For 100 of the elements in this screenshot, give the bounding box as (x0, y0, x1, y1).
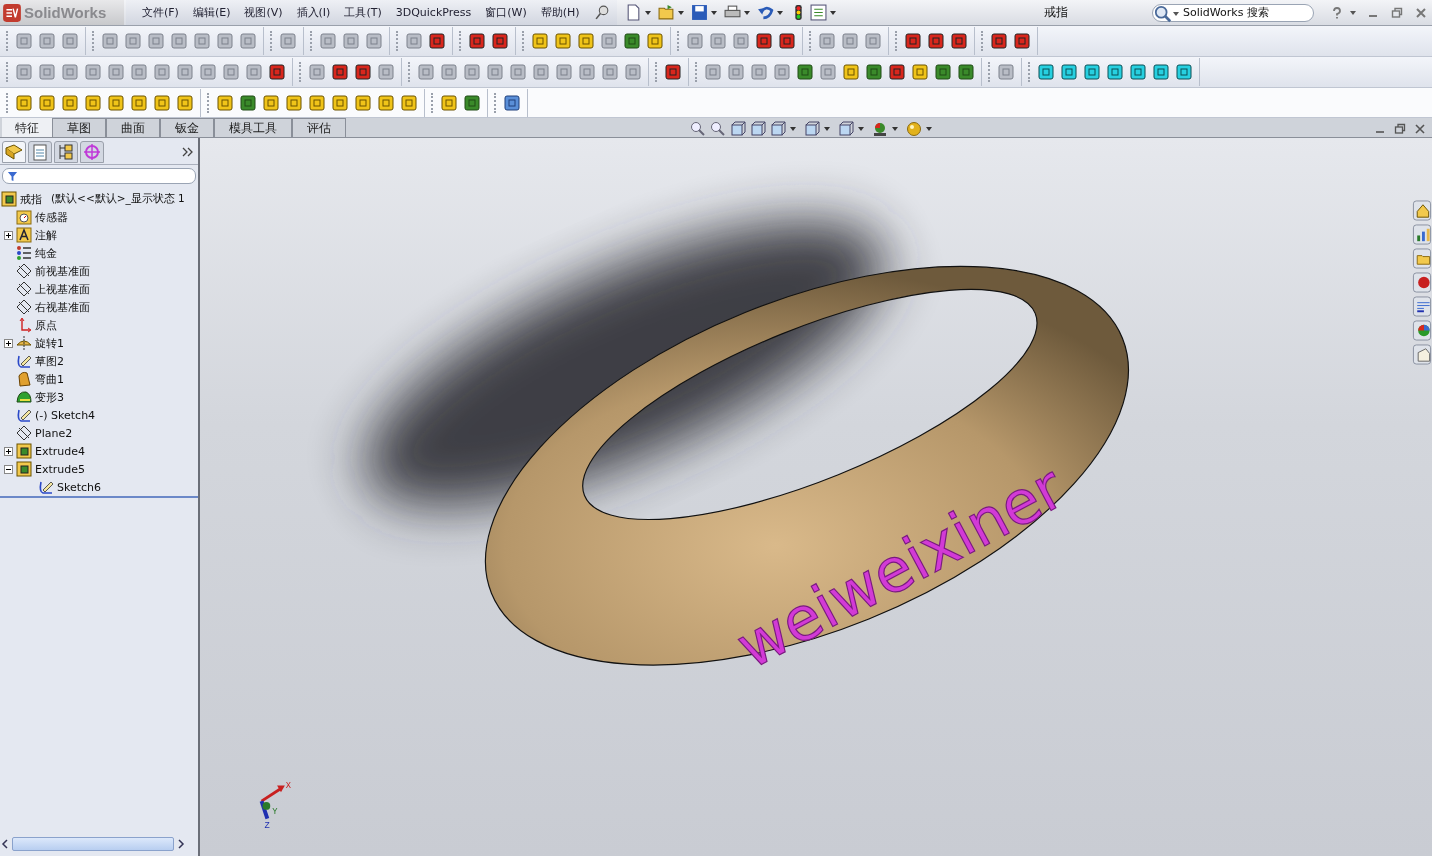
tree-item[interactable]: 注解 (35, 227, 57, 243)
tree-item[interactable]: 右视基准面 (35, 299, 90, 315)
expand-toggle[interactable] (4, 230, 13, 240)
tool-icon[interactable] (61, 93, 79, 112)
tool-icon[interactable] (377, 93, 395, 112)
menu-item[interactable]: 插入(I) (296, 5, 331, 20)
menu-item[interactable]: 3DQuickPress (395, 6, 472, 19)
crosshair-tab-icon[interactable] (80, 141, 104, 163)
tool-icon[interactable] (130, 93, 148, 112)
tool-icon[interactable] (1083, 63, 1101, 81)
tool-icon[interactable] (1175, 63, 1193, 81)
tree-item[interactable]: 纯金 (35, 245, 57, 261)
zoom-area-icon[interactable] (710, 121, 726, 137)
home-icon[interactable] (1412, 200, 1432, 221)
tool-icon[interactable] (927, 32, 945, 50)
tool-icon[interactable] (400, 93, 418, 112)
scrollbar-thumb[interactable] (12, 837, 174, 851)
tool-icon[interactable] (623, 32, 641, 50)
tool-icon[interactable] (1060, 63, 1078, 81)
folder-icon[interactable] (1412, 248, 1432, 269)
restore-icon[interactable] (1391, 6, 1403, 19)
tool-icon[interactable] (354, 93, 372, 112)
expand-toggle[interactable] (4, 446, 13, 456)
tool-icon[interactable] (262, 93, 280, 112)
menu-item[interactable]: 帮助(H) (540, 5, 580, 20)
tool-icon[interactable] (268, 63, 286, 81)
zoom-to-fit-icon[interactable] (690, 121, 706, 137)
menu-item[interactable]: 窗口(W) (485, 5, 527, 20)
tool-icon[interactable] (1152, 63, 1170, 81)
appearance-icon[interactable] (872, 121, 888, 137)
tool-icon[interactable] (664, 63, 682, 81)
tool-icon[interactable] (934, 63, 952, 81)
command-tab[interactable]: 评估 (292, 118, 346, 137)
properties-list-icon[interactable] (1412, 296, 1432, 317)
tool-icon[interactable] (1106, 63, 1124, 81)
tool-icon[interactable] (865, 63, 883, 81)
tree-item[interactable]: 草图2 (35, 353, 64, 369)
tool-icon[interactable] (216, 93, 234, 112)
tool-icon[interactable] (950, 32, 968, 50)
chart-icon[interactable] (1412, 224, 1432, 245)
tree-item[interactable]: 上视基准面 (35, 281, 90, 297)
folder-icon[interactable] (657, 4, 675, 21)
tool-icon[interactable] (38, 93, 56, 112)
tool-icon[interactable] (755, 32, 773, 50)
tool-icon[interactable] (904, 32, 922, 50)
tool-icon[interactable] (440, 93, 458, 112)
help-icon[interactable] (1331, 6, 1343, 19)
menu-item[interactable]: 视图(V) (244, 5, 283, 20)
tool-icon[interactable] (354, 63, 372, 81)
command-tab[interactable]: 钣金 (160, 118, 214, 137)
menu-item[interactable]: 编辑(E) (192, 5, 231, 20)
tool-icon[interactable] (1037, 63, 1055, 81)
close-icon[interactable] (1414, 123, 1426, 135)
tool-icon[interactable] (176, 93, 194, 112)
tree-item[interactable]: 原点 (35, 317, 57, 333)
tree-item[interactable]: (-) Sketch4 (35, 408, 96, 422)
tool-icon[interactable] (888, 63, 906, 81)
property-manager-tab-icon[interactable] (28, 141, 52, 163)
tree-item[interactable]: 前视基准面 (35, 263, 90, 279)
tool-icon[interactable] (463, 93, 481, 112)
tree-item[interactable]: 弯曲1 (35, 371, 64, 387)
options-list-icon[interactable] (809, 4, 827, 21)
part-name[interactable]: 戒指 (20, 191, 42, 207)
tool-icon[interactable] (468, 32, 486, 50)
tool-icon[interactable] (778, 32, 796, 50)
tool-icon[interactable] (239, 93, 257, 112)
tree-item[interactable]: Extrude5 (35, 462, 85, 476)
tree-item[interactable]: Plane2 (35, 426, 73, 440)
feature-manager-tab-icon[interactable] (2, 141, 26, 163)
tree-item[interactable]: 传感器 (35, 209, 68, 225)
menu-item[interactable]: 工具(T) (344, 5, 382, 20)
save-icon[interactable] (690, 4, 708, 21)
tree-item[interactable]: Extrude4 (35, 444, 85, 458)
command-tab[interactable]: 模具工具 (214, 118, 292, 137)
tool-icon[interactable] (107, 93, 125, 112)
tool-icon[interactable] (428, 32, 446, 50)
search-field[interactable]: SolidWorks 搜索 (1152, 3, 1314, 22)
tool-icon[interactable] (1129, 63, 1147, 81)
configuration-tab-icon[interactable] (54, 141, 78, 163)
tool-icon[interactable] (285, 93, 303, 112)
collapse-toggle[interactable] (4, 464, 13, 474)
scroll-left-icon[interactable] (0, 838, 10, 850)
tool-icon[interactable] (796, 63, 814, 81)
tool-icon[interactable] (153, 93, 171, 112)
tool-icon[interactable] (503, 93, 521, 112)
tool-icon[interactable] (491, 32, 509, 50)
tree-item[interactable]: 变形3 (35, 389, 64, 405)
tool-icon[interactable] (15, 93, 33, 112)
scroll-right-icon[interactable] (176, 838, 186, 850)
tool-icon[interactable] (84, 93, 102, 112)
command-tab[interactable]: 曲面 (106, 118, 160, 137)
tool-icon[interactable] (1013, 32, 1031, 50)
color-wheel-icon[interactable] (1412, 320, 1432, 341)
tool-icon[interactable] (957, 63, 975, 81)
tree-item[interactable]: 旋转1 (35, 335, 64, 351)
expand-toggle[interactable] (4, 338, 13, 348)
menu-item[interactable]: 文件(F) (142, 5, 179, 20)
tool-icon[interactable] (331, 93, 349, 112)
undo-icon[interactable] (756, 4, 774, 21)
command-tab[interactable]: 特征 (2, 118, 52, 137)
